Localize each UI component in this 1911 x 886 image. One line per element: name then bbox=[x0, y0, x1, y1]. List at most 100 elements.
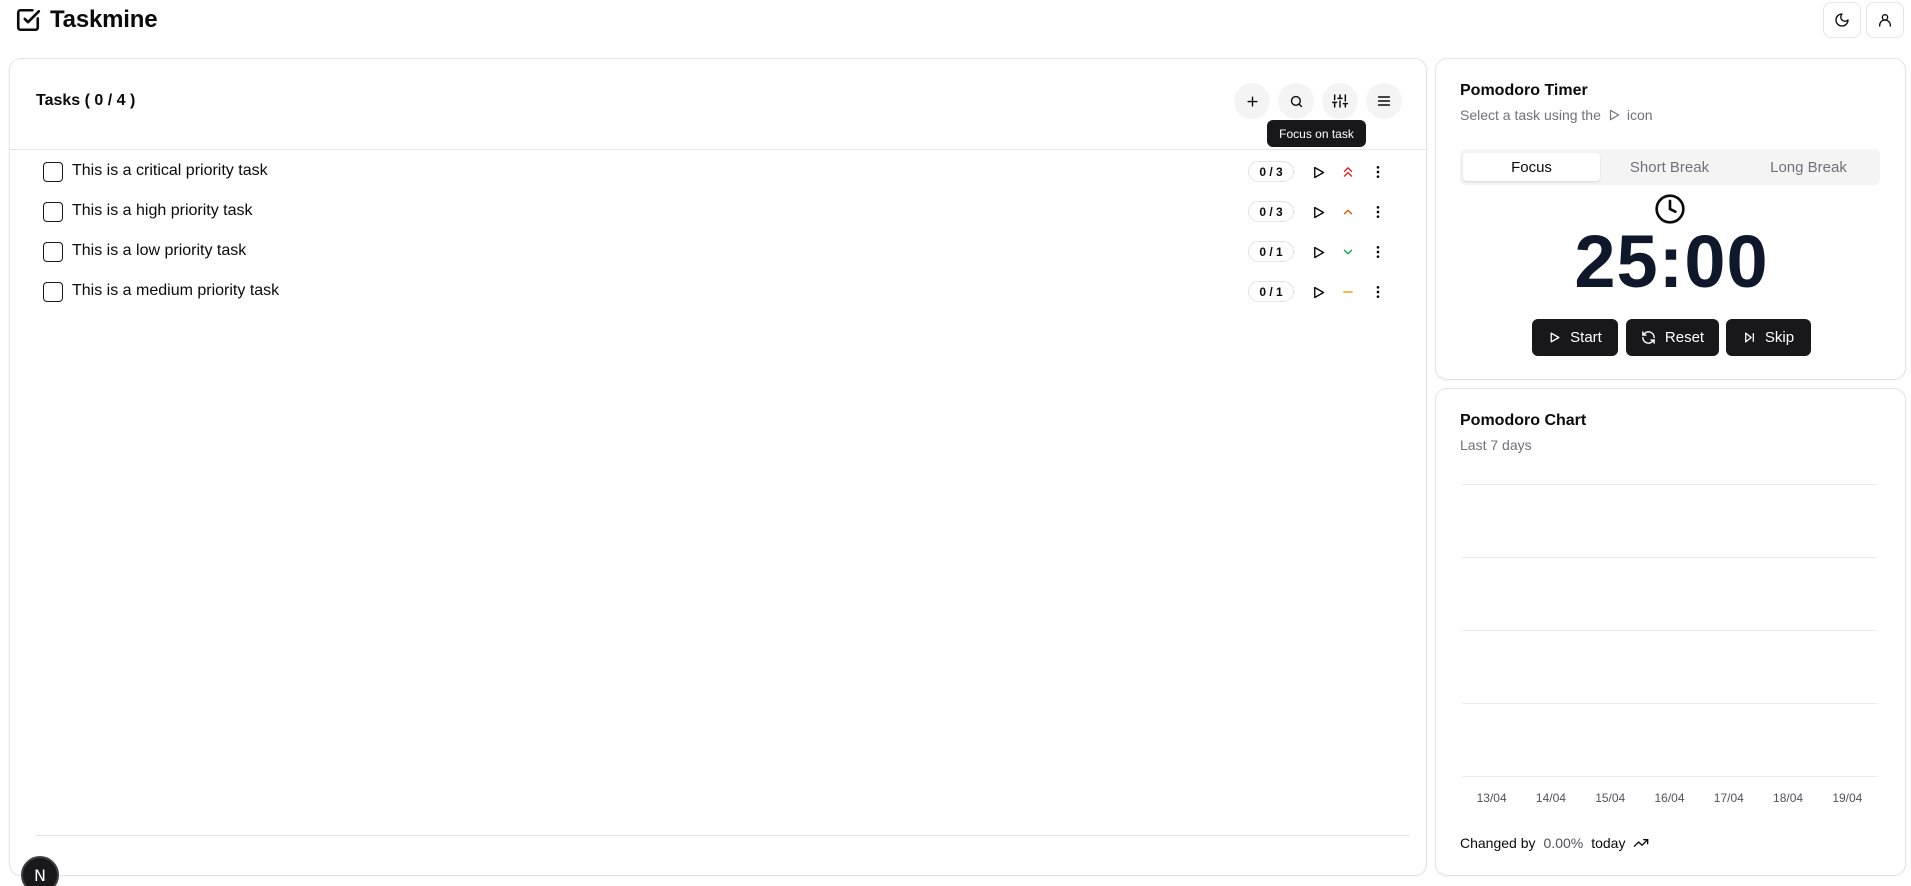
changed-value: 0.00% bbox=[1543, 835, 1584, 851]
task-row: This is a medium priority task 0 / 1 bbox=[10, 271, 1426, 311]
skip-button[interactable]: Skip bbox=[1726, 319, 1811, 356]
chart-grid-line bbox=[1462, 484, 1877, 485]
task-more-button[interactable] bbox=[1368, 202, 1388, 222]
dev-tools-badge[interactable]: N bbox=[21, 856, 59, 886]
brand: Taskmine bbox=[15, 6, 158, 34]
task-row: This is a critical priority task 0 / 3 bbox=[10, 151, 1426, 191]
chart-x-tick-label: 18/04 bbox=[1773, 791, 1804, 805]
focus-task-button[interactable] bbox=[1308, 202, 1328, 222]
refresh-icon bbox=[1642, 331, 1655, 344]
play-icon bbox=[1313, 286, 1324, 298]
minus-icon bbox=[1343, 291, 1353, 293]
tab-focus[interactable]: Focus bbox=[1463, 153, 1600, 181]
task-pomodoro-count: 0 / 3 bbox=[1248, 161, 1294, 182]
chart-x-tick-label: 13/04 bbox=[1476, 791, 1507, 805]
more-vertical-icon bbox=[1376, 166, 1380, 178]
task-checkbox[interactable] bbox=[43, 202, 63, 222]
dev-badge-label: N bbox=[34, 865, 46, 885]
chevron-up-icon bbox=[1343, 209, 1353, 215]
task-checkbox[interactable] bbox=[43, 282, 63, 302]
skip-button-label: Skip bbox=[1764, 329, 1795, 346]
task-label: This is a high priority task bbox=[72, 202, 253, 219]
app-title: Taskmine bbox=[50, 6, 158, 33]
task-label: This is a medium priority task bbox=[72, 282, 280, 299]
checkbox-logo-icon bbox=[16, 8, 41, 32]
pomodoro-timer-card: Pomodoro Timer Select a task using the i… bbox=[1435, 58, 1906, 380]
changed-suffix: today bbox=[1591, 835, 1626, 851]
play-icon bbox=[1609, 109, 1620, 121]
play-icon bbox=[1313, 166, 1324, 178]
divider bbox=[36, 835, 1410, 836]
pomodoro-chart-card: Pomodoro Chart Last 7 days Changed by 0.… bbox=[1435, 388, 1906, 876]
moon-icon bbox=[1835, 13, 1849, 27]
user-account-button[interactable] bbox=[1866, 2, 1904, 38]
task-pomodoro-count: 0 / 1 bbox=[1248, 281, 1294, 302]
timer-display: 25:00 bbox=[1574, 220, 1769, 303]
task-more-button[interactable] bbox=[1368, 162, 1388, 182]
priority-low-indicator bbox=[1338, 242, 1358, 262]
divider bbox=[10, 149, 1426, 150]
task-checkbox[interactable] bbox=[43, 162, 63, 182]
reset-button[interactable]: Reset bbox=[1626, 319, 1719, 356]
trending-up-icon bbox=[1634, 839, 1649, 847]
changed-summary: Changed by 0.00% today bbox=[1460, 835, 1649, 851]
task-label: This is a low priority task bbox=[72, 242, 247, 259]
more-vertical-icon bbox=[1376, 246, 1380, 258]
task-row: This is a low priority task 0 / 1 bbox=[10, 231, 1426, 271]
chart-grid-line bbox=[1462, 703, 1877, 704]
tasks-title: Tasks ( 0 / 4 ) bbox=[36, 92, 136, 109]
task-pomodoro-count: 0 / 1 bbox=[1248, 241, 1294, 262]
task-label: This is a critical priority task bbox=[72, 162, 268, 179]
user-icon bbox=[1879, 14, 1891, 27]
timer-mode-tabs: Focus Short Break Long Break bbox=[1460, 149, 1880, 185]
play-icon bbox=[1550, 332, 1560, 343]
reset-button-label: Reset bbox=[1664, 329, 1705, 346]
chart-baseline bbox=[1462, 776, 1877, 777]
task-more-button[interactable] bbox=[1368, 282, 1388, 302]
chart-grid-line bbox=[1462, 557, 1877, 558]
more-vertical-icon bbox=[1376, 286, 1380, 298]
task-checkbox[interactable] bbox=[43, 242, 63, 262]
sliders-icon bbox=[1332, 94, 1348, 108]
chart-x-tick-label: 16/04 bbox=[1654, 791, 1685, 805]
chevrons-up-icon bbox=[1343, 167, 1353, 177]
tab-short-break[interactable]: Short Break bbox=[1601, 153, 1738, 181]
start-button-label: Start bbox=[1570, 329, 1602, 346]
focus-task-button[interactable] bbox=[1308, 242, 1328, 262]
play-icon bbox=[1313, 246, 1324, 258]
timer-subtitle-suffix: icon bbox=[1626, 107, 1653, 123]
add-task-button[interactable] bbox=[1234, 83, 1270, 119]
timer-subtitle: Select a task using the icon bbox=[1460, 107, 1653, 123]
priority-high-indicator bbox=[1338, 202, 1358, 222]
timer-subtitle-text: Select a task using the bbox=[1460, 107, 1601, 123]
task-pomodoro-count: 0 / 3 bbox=[1248, 201, 1294, 222]
plus-icon bbox=[1246, 95, 1258, 107]
task-row: This is a high priority task 0 / 3 bbox=[10, 191, 1426, 231]
chart-x-tick-label: 14/04 bbox=[1535, 791, 1566, 805]
chart-x-tick-label: 19/04 bbox=[1832, 791, 1863, 805]
play-icon bbox=[1313, 206, 1324, 218]
focus-task-button[interactable] bbox=[1308, 162, 1328, 182]
focus-task-button[interactable] bbox=[1308, 282, 1328, 302]
chart-x-tick-label: 15/04 bbox=[1595, 791, 1626, 805]
priority-critical-indicator bbox=[1338, 162, 1358, 182]
timer-title: Pomodoro Timer bbox=[1460, 82, 1588, 99]
tasks-card: Tasks ( 0 / 4 ) Focus on task This is a … bbox=[9, 58, 1427, 876]
start-button[interactable]: Start bbox=[1532, 319, 1618, 356]
chevron-down-icon bbox=[1343, 249, 1353, 255]
changed-prefix: Changed by bbox=[1460, 835, 1536, 851]
more-vertical-icon bbox=[1376, 206, 1380, 218]
filter-tasks-button[interactable] bbox=[1322, 83, 1358, 119]
search-tasks-button[interactable] bbox=[1278, 83, 1314, 119]
focus-tooltip: Focus on task bbox=[1267, 120, 1366, 147]
chart-grid-line bbox=[1462, 630, 1877, 631]
priority-medium-indicator bbox=[1338, 282, 1358, 302]
tasks-menu-button[interactable] bbox=[1366, 83, 1402, 119]
task-more-button[interactable] bbox=[1368, 242, 1388, 262]
theme-toggle-button[interactable] bbox=[1823, 2, 1861, 38]
app-header: Taskmine bbox=[0, 0, 1911, 42]
tab-long-break[interactable]: Long Break bbox=[1740, 153, 1877, 181]
chart-subtitle: Last 7 days bbox=[1460, 437, 1532, 453]
skip-forward-icon bbox=[1744, 332, 1754, 343]
menu-icon bbox=[1377, 96, 1391, 106]
